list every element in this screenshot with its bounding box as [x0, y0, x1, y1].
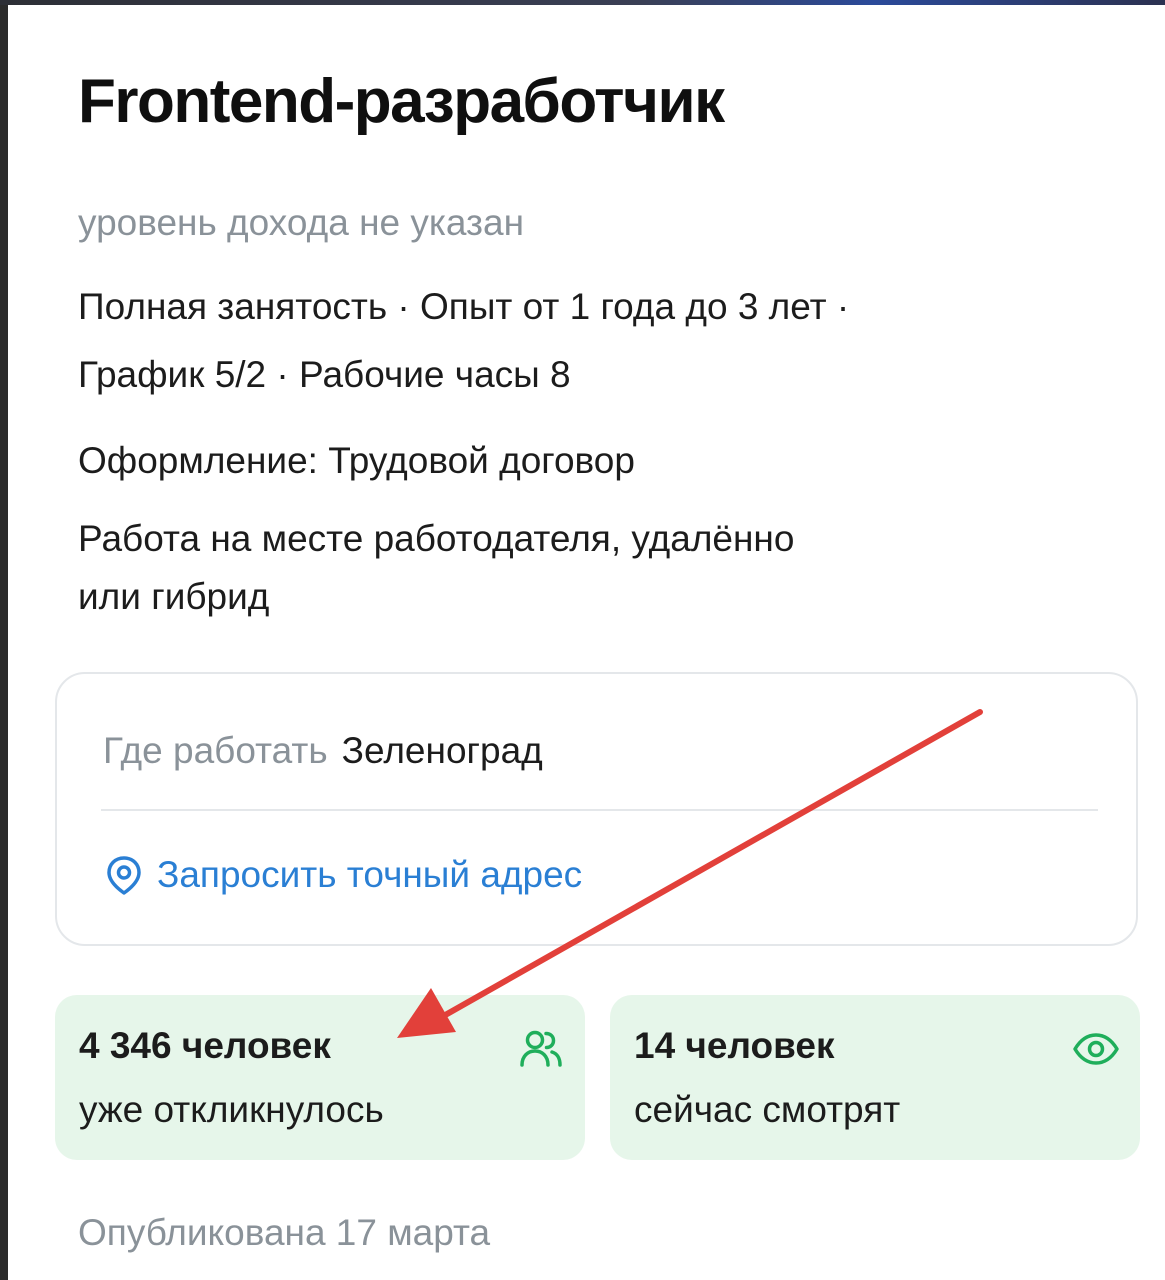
viewers-card: 14 человек сейчас смотрят — [610, 995, 1140, 1160]
salary-text: уровень дохода не указан — [78, 202, 525, 243]
vacancy-title: Frontend-разработчик — [78, 67, 725, 136]
location-city: Зеленоград — [341, 730, 543, 771]
conditions-line-1: Полная занятость · Опыт от 1 года до 3 л… — [78, 286, 850, 327]
conditions-line-2: График 5/2 · Рабочие часы 8 — [78, 354, 571, 395]
location-divider — [101, 809, 1098, 811]
published-date: Опубликована 17 марта — [78, 1212, 491, 1253]
request-address-link[interactable]: Запросить точный адрес — [103, 854, 582, 896]
location-card: Где работать Зеленоград Запросить точный … — [55, 672, 1138, 946]
request-address-label: Запросить точный адрес — [157, 854, 583, 895]
responses-text: уже откликнулось — [79, 1089, 384, 1130]
window-left-edge — [0, 0, 8, 1280]
viewers-text: сейчас смотрят — [634, 1089, 901, 1130]
work-format-line-1: Работа на месте работодателя, удалённо — [78, 518, 795, 559]
work-format-line-2: или гибрид — [78, 576, 270, 617]
location-label: Где работать — [103, 730, 328, 771]
top-edge-strip — [0, 0, 1165, 5]
people-icon — [520, 1030, 562, 1067]
responses-count: 4 346 человек — [79, 1025, 331, 1066]
eye-icon — [1073, 1033, 1119, 1065]
employment-type: Оформление: Трудовой договор — [78, 440, 635, 481]
viewers-count: 14 человек — [634, 1025, 835, 1066]
location-row: Где работать Зеленоград — [103, 730, 543, 772]
responses-card: 4 346 человек уже откликнулось — [55, 995, 585, 1160]
location-pin-icon — [107, 856, 141, 895]
